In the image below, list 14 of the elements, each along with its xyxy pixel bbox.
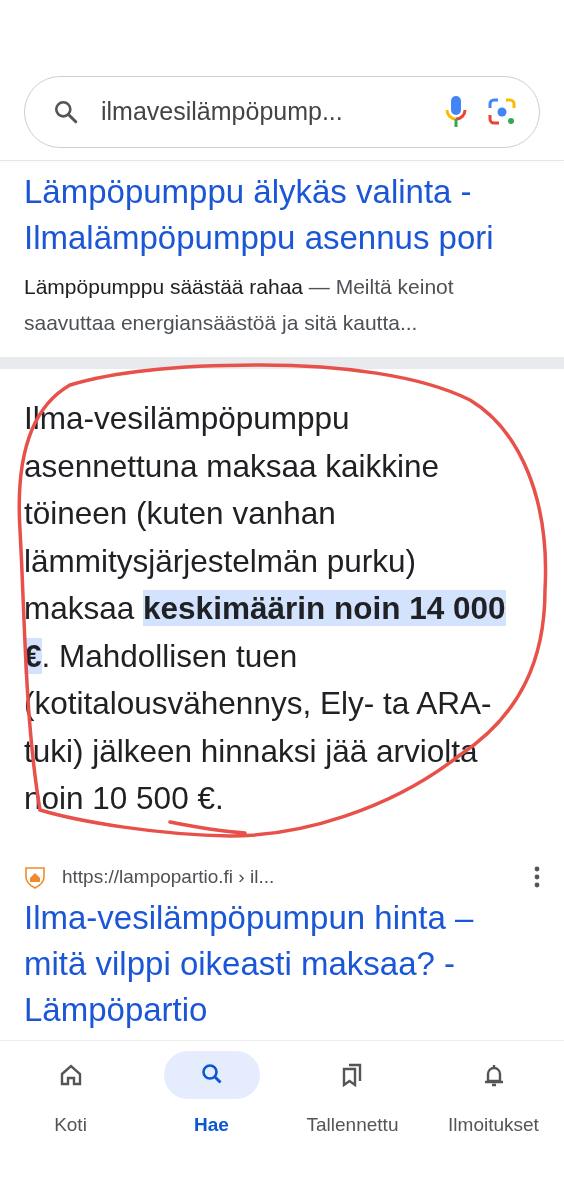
site-logo-icon: [24, 864, 46, 889]
nav-tab[interactable]: Ilmoitukset: [423, 1051, 564, 1140]
result-url[interactable]: https://lampopartio.fi › il...: [62, 862, 518, 891]
nav-tab[interactable]: Koti: [0, 1051, 141, 1140]
nav-tab[interactable]: Tallennettu: [282, 1051, 423, 1140]
result-snippet: Lämpöpumppu säästää rahaa — Meiltä keinot saavuttaa energiansäästöä ja sitä kautta...: [24, 274, 455, 336]
microphone-icon[interactable]: [445, 96, 467, 128]
result-title-link[interactable]: Ilma-vesilämpöpumpun hinta – mitä vilppi oikeasti maksaa? - Lämpöpartio: [24, 895, 540, 1033]
more-options-icon[interactable]: [534, 865, 540, 888]
camera-icon[interactable]: [487, 97, 517, 127]
result-title-link[interactable]: Lämpöpumppu älykäs valinta - Ilmalämpöpumppu asennus pori: [24, 169, 540, 261]
search-input[interactable]: ilmavesilämpöpump...: [99, 92, 425, 132]
search-icon[interactable]: [53, 99, 79, 125]
nav-tab[interactable]: Hae: [141, 1051, 282, 1140]
